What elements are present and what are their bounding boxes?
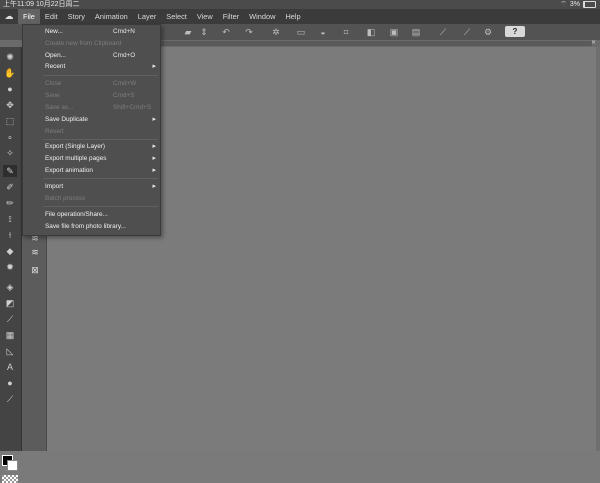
status-bar: 上午11:09 10月22日周二 ⌔ 3% xyxy=(0,0,600,9)
menu-item-save-as: Save as... Shift+Cmd+S xyxy=(45,104,152,111)
menu-layer[interactable]: Layer xyxy=(133,9,162,24)
tool-palette: ✺ ✋ ● ✥ ⬚ ∘ ✧ ✎ ✐ ✏ ⟟ ⟊ ◆ ✹ ◈ ◩ ⟋ ▦ ◺ A … xyxy=(0,47,22,483)
battery-percent: 3% xyxy=(569,1,580,8)
magnify-tool-icon[interactable]: ● xyxy=(3,83,17,95)
paste-icon[interactable]: ▤ xyxy=(411,27,421,37)
sort-icon[interactable]: ⇕ xyxy=(199,27,209,37)
vertical-scrollbar[interactable] xyxy=(596,47,600,451)
menu-item-save: Save Cmd+S xyxy=(45,92,135,99)
menu-separator xyxy=(43,206,158,207)
status-time: 上午11:09 10月22日周二 xyxy=(3,1,80,8)
menu-item-create-from-clipboard: Create new from Clipboard xyxy=(45,40,122,47)
menu-item-save-from-photo-library[interactable]: Save file from photo library... xyxy=(23,222,160,233)
chevron-right-icon: ▸ xyxy=(152,116,156,123)
ruler-tool-icon[interactable]: ◺ xyxy=(3,345,17,357)
chevron-right-icon: ▸ xyxy=(152,183,156,190)
text-tool-icon[interactable]: A xyxy=(3,361,17,373)
menu-select[interactable]: Select xyxy=(161,9,192,24)
menu-edit[interactable]: Edit xyxy=(40,9,63,24)
chevron-right-icon: ▸ xyxy=(152,143,156,150)
chevron-right-icon: ▸ xyxy=(152,155,156,162)
menu-item-close: Close Cmd+W xyxy=(45,80,137,87)
copy-icon[interactable]: ▣ xyxy=(389,27,399,37)
menu-item-file-operation-share[interactable]: File operation/Share... xyxy=(23,210,160,221)
eraser-tool-icon[interactable]: ◆ xyxy=(3,245,17,257)
bucket-tool-icon[interactable]: ◈ xyxy=(3,281,17,293)
brush-preset-2-icon[interactable]: ≋ xyxy=(29,247,41,257)
wifi-icon: ⌔ xyxy=(560,1,567,8)
menu-item-revert: Revert xyxy=(45,128,64,135)
menu-filter[interactable]: Filter xyxy=(218,9,244,24)
zoom-tool-icon[interactable]: ✺ xyxy=(3,51,17,63)
lasso-tool-icon[interactable]: ∘ xyxy=(3,131,17,143)
clear-icon[interactable]: ▭ xyxy=(296,27,306,37)
menu-view[interactable]: View xyxy=(192,9,218,24)
help-button[interactable]: ? xyxy=(505,26,525,37)
menu-story[interactable]: Story xyxy=(63,9,90,24)
menu-separator xyxy=(43,178,158,179)
chevron-right-icon: ▸ xyxy=(152,63,156,70)
pen-tool-icon[interactable]: ✎ xyxy=(3,165,17,177)
menu-item-recent[interactable]: Recent ▸ xyxy=(23,62,160,73)
background-color-swatch[interactable] xyxy=(7,460,18,471)
brush-icon[interactable]: ⟋ xyxy=(462,27,472,37)
undo-icon[interactable]: ↶ xyxy=(221,27,231,37)
move-tool-icon[interactable]: ✥ xyxy=(3,99,17,111)
app-icon[interactable]: ☁ xyxy=(0,11,18,22)
settings-icon[interactable]: ⚙ xyxy=(483,27,493,37)
menu-item-export-single-layer[interactable]: Export (Single Layer) ▸ xyxy=(23,142,160,153)
redo-icon[interactable]: ↷ xyxy=(244,27,254,37)
menu-window[interactable]: Window xyxy=(244,9,280,24)
line-tool-icon[interactable]: ⟋ xyxy=(3,313,17,325)
menu-item-open[interactable]: Open... Cmd+O xyxy=(23,51,160,62)
menu-item-import[interactable]: Import ▸ xyxy=(23,182,160,193)
balloon-tool-icon[interactable]: ● xyxy=(3,377,17,389)
menu-bar: ☁ File Edit Story Animation Layer Select… xyxy=(0,9,600,24)
menu-item-export-animation[interactable]: Export animation ▸ xyxy=(23,166,160,177)
menu-item-save-duplicate[interactable]: Save Duplicate ▸ xyxy=(23,115,160,126)
airbrush-tool-icon[interactable]: ⟟ xyxy=(3,213,17,225)
eyedropper-tool-icon[interactable]: ⟋ xyxy=(3,393,17,405)
menu-separator xyxy=(43,75,158,76)
transform-icon[interactable]: ⌗ xyxy=(341,27,351,37)
file-menu-dropdown: New... Cmd+N Create new from Clipboard O… xyxy=(22,24,161,236)
close-icon[interactable]: ✕ xyxy=(591,39,596,46)
selection-tool-icon[interactable]: ⬚ xyxy=(3,115,17,127)
menu-animation[interactable]: Animation xyxy=(90,9,133,24)
folder-icon[interactable]: ▰ xyxy=(183,27,193,37)
menu-separator xyxy=(43,139,158,140)
brush-preset-3-icon[interactable]: ⊠ xyxy=(29,265,41,275)
blend-tool-icon[interactable]: ⟊ xyxy=(3,229,17,241)
layer-icon[interactable]: ◧ xyxy=(366,27,376,37)
menu-help[interactable]: Help xyxy=(280,9,305,24)
effect-icon[interactable]: ✲ xyxy=(271,27,281,37)
eraser-icon[interactable]: ◒ xyxy=(318,27,328,37)
menu-item-new[interactable]: New... Cmd+N xyxy=(23,27,160,38)
brush-tool-icon[interactable]: ✐ xyxy=(3,181,17,193)
transparent-color-icon[interactable] xyxy=(2,475,18,483)
shape-tool-icon[interactable]: ▦ xyxy=(3,329,17,341)
menu-file[interactable]: File xyxy=(18,9,40,24)
pencil-tool-icon[interactable]: ✏ xyxy=(3,197,17,209)
battery-icon xyxy=(583,1,596,8)
hand-tool-icon[interactable]: ✋ xyxy=(3,67,17,79)
chevron-right-icon: ▸ xyxy=(152,167,156,174)
menu-item-batch-process: Batch process xyxy=(45,195,86,202)
gradient-tool-icon[interactable]: ◩ xyxy=(3,297,17,309)
status-right: ⌔ 3% xyxy=(560,0,596,9)
menu-item-export-multiple-pages[interactable]: Export multiple pages ▸ xyxy=(23,154,160,165)
fill-tool-icon[interactable]: ✹ xyxy=(3,261,17,273)
pen-icon[interactable]: ⟋ xyxy=(438,27,448,37)
wand-tool-icon[interactable]: ✧ xyxy=(3,147,17,159)
